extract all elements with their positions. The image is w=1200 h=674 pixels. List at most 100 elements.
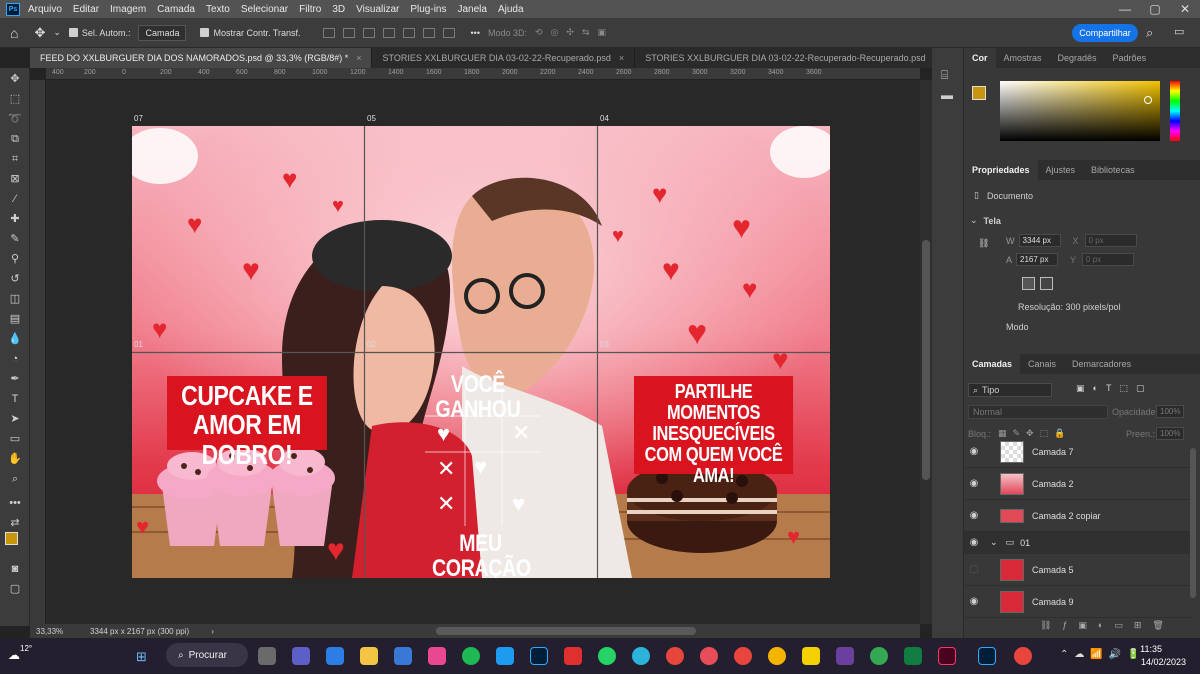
tab-stories-recuperado-document[interactable]: STORIES XXLBURGUER DIA 03-02-22-Recupera… xyxy=(635,48,950,68)
crop-tool-icon[interactable]: ⌗ xyxy=(7,152,23,166)
menu-janela[interactable]: Janela xyxy=(457,4,486,15)
object-select-tool-icon[interactable]: ⧉ xyxy=(7,132,23,146)
close-tab-icon[interactable]: × xyxy=(356,53,361,63)
app-icon[interactable] xyxy=(904,647,922,665)
swap-colors-icon[interactable]: ⇄ xyxy=(7,516,23,530)
chrome-icon[interactable] xyxy=(666,647,684,665)
color-picker-cursor[interactable] xyxy=(1144,96,1152,104)
comments-panel-icon[interactable]: ▬ xyxy=(941,88,953,102)
layer-row[interactable]: ▢ Camada 5 xyxy=(964,554,1192,586)
slide-3d-icon[interactable]: ⇆ xyxy=(582,27,590,38)
dodge-tool-icon[interactable]: ◔ xyxy=(7,352,23,366)
whatsapp-icon[interactable] xyxy=(598,647,616,665)
chrome-icon[interactable] xyxy=(870,647,888,665)
chevron-down-icon[interactable]: ⌄ xyxy=(990,537,998,548)
menu-ajuda[interactable]: Ajuda xyxy=(498,4,524,15)
tab-camadas[interactable]: Camadas xyxy=(964,354,1021,374)
chrome-icon[interactable] xyxy=(1014,647,1032,665)
artboard-canvas[interactable]: ♥ ♥ ♥ ♥ ♥ ♥ ♥ ♥ ♥ ♥ ♥ ♥ ♥ ♥ ♥ CUPCAKE E … xyxy=(132,126,830,578)
align-left-icon[interactable] xyxy=(322,27,335,38)
layer-filter-icons[interactable]: ▣◐T⬚▢ xyxy=(1076,383,1152,394)
eye-icon[interactable]: ◉ xyxy=(964,478,984,489)
share-button[interactable]: Compartilhar xyxy=(1072,24,1138,42)
align-right-icon[interactable] xyxy=(362,27,375,38)
x-field[interactable]: 0 px xyxy=(1084,234,1137,247)
auto-select-dropdown[interactable]: Camada xyxy=(138,24,187,41)
tab-demarcadores[interactable]: Demarcadores xyxy=(1064,354,1139,374)
file-explorer-icon[interactable] xyxy=(360,647,378,665)
history-brush-tool-icon[interactable]: ↺ xyxy=(7,272,23,286)
artboard-label[interactable]: 03 xyxy=(600,340,609,349)
tab-stories-document[interactable]: STORIES XXLBURGUER DIA 03-02-22-Recupera… xyxy=(372,48,636,68)
blend-mode-dropdown[interactable]: Normal xyxy=(968,405,1108,419)
sticky-notes-icon[interactable] xyxy=(802,647,820,665)
history-panel-icon[interactable]: ⌸ xyxy=(941,68,948,83)
frame-tool-icon[interactable]: ⊠ xyxy=(7,172,23,186)
eraser-tool-icon[interactable]: ◫ xyxy=(7,292,23,306)
menu-visualizar[interactable]: Visualizar xyxy=(356,4,399,15)
align-center-icon[interactable] xyxy=(342,27,355,38)
indesign-icon[interactable] xyxy=(938,647,956,665)
blur-tool-icon[interactable]: 💧 xyxy=(7,332,23,346)
healing-brush-tool-icon[interactable]: ✚ xyxy=(7,212,23,226)
color-foreground-swatch[interactable] xyxy=(972,86,986,100)
lightroom-icon[interactable] xyxy=(530,647,548,665)
workspace-icon[interactable]: ▭ xyxy=(1174,25,1184,38)
maximize-button[interactable]: ▢ xyxy=(1140,2,1170,16)
tab-degrades[interactable]: Degradês xyxy=(1050,48,1105,68)
rectangle-tool-icon[interactable]: ▭ xyxy=(7,432,23,446)
eye-icon[interactable]: ◉ xyxy=(964,446,984,457)
landscape-orientation-icon[interactable] xyxy=(1040,277,1053,290)
drag-3d-icon[interactable]: ✣ xyxy=(566,27,574,38)
screen-mode-icon[interactable]: ▢ xyxy=(7,582,23,596)
show-transform-checkbox[interactable]: Mostrar Contr. Transf. xyxy=(200,28,301,38)
quick-mask-icon[interactable]: ◙ xyxy=(7,562,23,576)
twitter-icon[interactable] xyxy=(496,647,514,665)
acrobat-icon[interactable] xyxy=(564,647,582,665)
tab-bibliotecas[interactable]: Bibliotecas xyxy=(1083,160,1143,180)
menu-3d[interactable]: 3D xyxy=(332,4,345,15)
portrait-orientation-icon[interactable] xyxy=(1022,277,1035,290)
spotify-icon[interactable] xyxy=(462,647,480,665)
eye-icon[interactable]: ◉ xyxy=(964,510,984,521)
menu-plugins[interactable]: Plug-ins xyxy=(410,4,446,15)
close-tab-icon[interactable]: × xyxy=(619,53,624,63)
weather-icon[interactable]: ☁ xyxy=(8,648,20,662)
eye-icon[interactable]: ◉ xyxy=(964,537,984,548)
width-field[interactable]: 3344 px xyxy=(1018,234,1061,247)
y-field[interactable]: 0 px xyxy=(1082,253,1135,266)
hand-tool-icon[interactable]: ✋ xyxy=(7,452,23,466)
system-tray-icons[interactable]: ⌃☁📶🔊🔋 xyxy=(1060,649,1146,660)
teams-icon[interactable] xyxy=(292,647,310,665)
artboard-label[interactable]: 07 xyxy=(134,114,143,123)
tab-amostras[interactable]: Amostras xyxy=(996,48,1050,68)
tool-preset-chevron-icon[interactable]: ⌄ xyxy=(53,27,61,38)
foreground-color-swatch[interactable] xyxy=(5,532,18,545)
menu-camada[interactable]: Camada xyxy=(157,4,195,15)
tab-canais[interactable]: Canais xyxy=(1020,354,1064,374)
zoom-tool-icon[interactable]: ⌕ xyxy=(7,472,23,486)
zoom-level[interactable]: 33,33% xyxy=(36,627,90,636)
layer-row[interactable]: ◉ Camada 9 xyxy=(964,586,1192,618)
eye-icon[interactable]: ◉ xyxy=(964,596,984,607)
close-window-button[interactable]: ✕ xyxy=(1170,2,1200,16)
lasso-tool-icon[interactable]: ➰ xyxy=(7,112,23,126)
scale-3d-icon[interactable]: ▣ xyxy=(598,27,607,38)
pen-tool-icon[interactable]: ✒ xyxy=(7,372,23,386)
weather-temp[interactable]: 12° xyxy=(20,644,32,653)
menu-selecionar[interactable]: Selecionar xyxy=(241,4,288,15)
marquee-tool-icon[interactable]: ⬚ xyxy=(7,92,23,106)
home-icon[interactable]: ⌂ xyxy=(10,25,18,41)
artboard-label[interactable]: 04 xyxy=(600,114,609,123)
orbit-3d-icon[interactable]: ⟲ xyxy=(535,27,543,38)
chrome-icon[interactable] xyxy=(768,647,786,665)
status-chevron-icon[interactable]: › xyxy=(211,627,214,636)
clone-stamp-tool-icon[interactable]: ⚲ xyxy=(7,252,23,266)
search-box[interactable]: ⌕ Procurar xyxy=(166,643,248,667)
tab-padroes[interactable]: Padrões xyxy=(1105,48,1155,68)
align-top-icon[interactable] xyxy=(382,27,395,38)
opacity-field[interactable]: 100% xyxy=(1156,405,1184,418)
more-tools-icon[interactable]: ••• xyxy=(7,496,23,510)
menu-texto[interactable]: Texto xyxy=(206,4,230,15)
task-view-icon[interactable] xyxy=(258,647,276,665)
